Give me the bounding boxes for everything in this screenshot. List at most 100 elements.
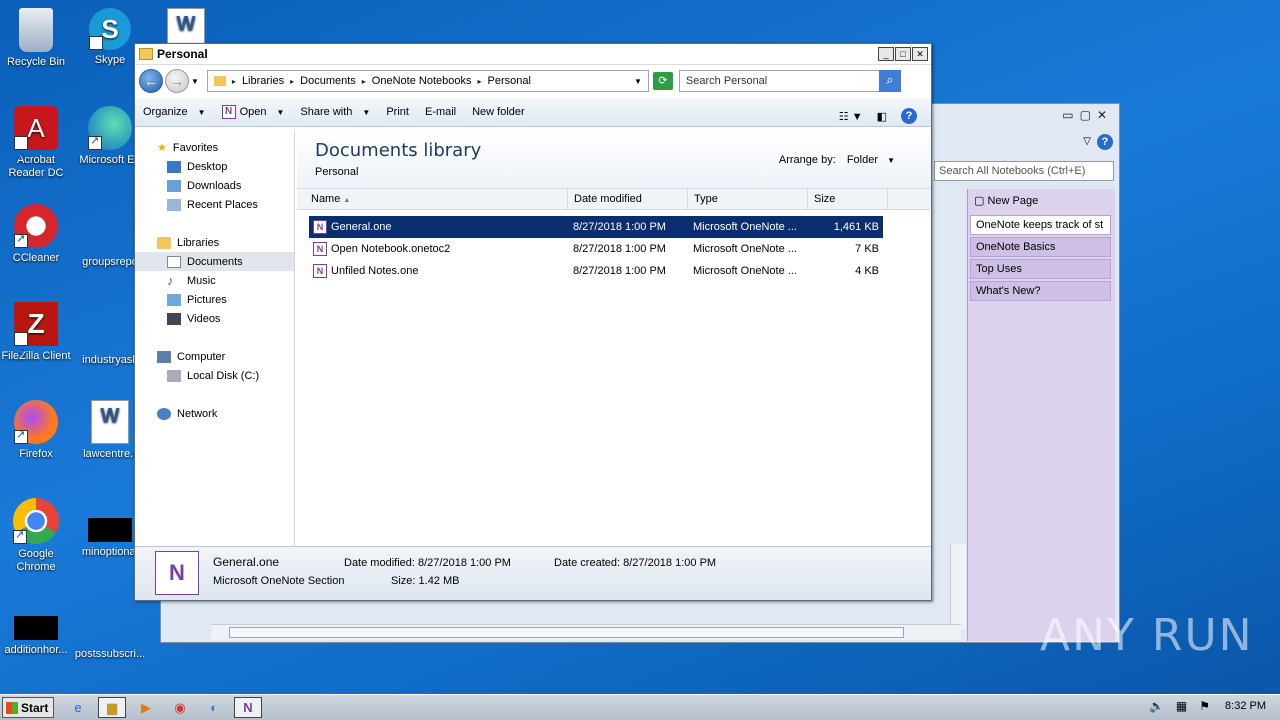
explorer-taskbar-icon[interactable]: ▆	[98, 697, 126, 718]
file-row[interactable]: N Open Notebook.onetoc2 8/27/2018 1:00 PM…	[309, 238, 883, 260]
breadcrumb-item[interactable]: Personal	[487, 75, 530, 87]
vertical-scrollbar[interactable]	[950, 544, 966, 629]
breadcrumb-separator-icon[interactable]: ▸	[290, 77, 294, 86]
desktop-icon-recycle-bin[interactable]: Recycle Bin	[0, 8, 74, 69]
recent-pages-icon[interactable]: ▼	[191, 77, 199, 86]
onenote-taskbar-icon[interactable]: N	[234, 697, 262, 718]
search-placeholder: Search Personal	[685, 75, 768, 87]
column-name[interactable]: Name ▲	[297, 189, 568, 209]
open-button[interactable]: N Open ▼	[221, 105, 284, 119]
details-file-type: Microsoft OneNote Section	[213, 575, 345, 587]
nav-recent-places[interactable]: Recent Places	[135, 195, 294, 214]
flag-tray-icon[interactable]: ⚑	[1199, 699, 1210, 713]
onenote-page-tabs: ▢ New Page OneNote keeps track of st One…	[967, 189, 1115, 641]
close-button[interactable]: ✕	[912, 47, 928, 61]
onenote-file-icon: N	[313, 242, 327, 256]
search-input[interactable]: Search Personal ⌕	[678, 70, 901, 92]
email-button[interactable]: E-mail	[425, 106, 456, 118]
breadcrumb-separator-icon[interactable]: ▸	[477, 77, 481, 86]
desktop-icon-acrobat[interactable]: A Acrobat Reader DC	[0, 106, 74, 180]
desktop-icon-firefox[interactable]: Firefox	[0, 400, 74, 461]
arrange-by[interactable]: Arrange by: Folder ▼	[779, 154, 895, 166]
desktop-icon-postssubscri[interactable]: postssubscri...	[72, 596, 148, 661]
chevron-down-icon[interactable]: ▼	[887, 156, 895, 165]
column-type[interactable]: Type	[688, 189, 808, 209]
network-tray-icon[interactable]: ▦	[1176, 699, 1187, 713]
help-icon[interactable]: ?	[1097, 134, 1113, 150]
back-button[interactable]: ←	[139, 69, 163, 93]
breadcrumb-item[interactable]: Libraries	[242, 75, 284, 87]
onenote-window-controls[interactable]: ▭▢✕	[1062, 108, 1113, 122]
nav-pictures[interactable]: Pictures	[135, 290, 294, 309]
page-tab[interactable]: What's New?	[970, 281, 1111, 301]
onenote-search-input[interactable]: Search All Notebooks (Ctrl+E)	[934, 161, 1114, 181]
page-tab-label: OneNote Basics	[976, 241, 1056, 253]
nav-label: Desktop	[187, 160, 228, 173]
nav-label: Pictures	[187, 293, 227, 306]
breadcrumb-separator-icon[interactable]: ▸	[232, 77, 236, 86]
nav-music[interactable]: ♪ Music	[135, 271, 294, 290]
arrange-value[interactable]: Folder	[847, 154, 878, 166]
ie-icon[interactable]: e	[64, 697, 92, 718]
breadcrumb-item[interactable]: OneNote Notebooks	[372, 75, 472, 87]
page-tab[interactable]: OneNote keeps track of st	[970, 215, 1111, 235]
new-folder-button[interactable]: New folder	[472, 106, 525, 118]
title-bar[interactable]: Personal _ □ ✕	[135, 44, 931, 65]
nav-downloads[interactable]: Downloads	[135, 176, 294, 195]
preview-pane-icon[interactable]: ◧	[877, 110, 887, 123]
nav-computer[interactable]: Computer	[135, 347, 294, 366]
breadcrumb-item[interactable]: Documents	[300, 75, 356, 87]
file-name: Unfiled Notes.one	[331, 264, 419, 277]
print-button[interactable]: Print	[386, 106, 409, 118]
page-tab[interactable]: Top Uses	[970, 259, 1111, 279]
file-name: Open Notebook.onetoc2	[331, 242, 451, 255]
clock[interactable]: 8:32 PM	[1225, 700, 1266, 712]
nav-desktop[interactable]: Desktop	[135, 157, 294, 176]
search-icon[interactable]: ⌕	[878, 70, 901, 92]
desktop-icon-chrome[interactable]: Google Chrome	[0, 498, 74, 574]
horizontal-scrollbar[interactable]	[211, 624, 961, 640]
refresh-button[interactable]: ⟳	[652, 72, 673, 90]
scroll-thumb[interactable]	[229, 627, 904, 638]
address-bar[interactable]: ▸ Libraries ▸ Documents ▸ OneNote Notebo…	[206, 70, 649, 92]
desktop-icon-label: Google Chrome	[16, 548, 56, 573]
volume-icon[interactable]: 🔈	[1149, 699, 1164, 713]
start-button[interactable]: Start	[2, 697, 54, 718]
page-tab[interactable]: OneNote Basics	[970, 237, 1111, 257]
maximize-button[interactable]: □	[895, 47, 911, 61]
media-player-icon[interactable]: ▶	[132, 697, 160, 718]
file-type: Microsoft OneNote ...	[693, 265, 797, 277]
nav-videos[interactable]: Videos	[135, 309, 294, 328]
nav-network[interactable]: Network	[135, 404, 294, 423]
forward-button[interactable]: →	[165, 69, 189, 93]
nav-libraries[interactable]: Libraries	[135, 233, 294, 252]
new-folder-label: New folder	[472, 106, 525, 118]
nav-local-disk[interactable]: Local Disk (C:)	[135, 366, 294, 385]
chrome-taskbar-icon[interactable]: ◉	[166, 697, 194, 718]
desktop-icon-additionhor[interactable]: additionhor...	[0, 596, 74, 657]
desktop-icon-filezilla[interactable]: Z FileZilla Client	[0, 302, 74, 375]
nav-favorites[interactable]: ★ Favorites	[135, 138, 294, 157]
nav-documents[interactable]: Documents	[135, 252, 294, 271]
view-controls: ☷ ▼ ◧ ?	[839, 108, 917, 124]
minimize-button[interactable]: _	[878, 47, 894, 61]
address-dropdown-icon[interactable]: ▼	[634, 77, 642, 86]
nav-label: Libraries	[177, 236, 220, 249]
desktop-icon-ccleaner[interactable]: CCleaner	[0, 204, 74, 265]
windows-flag-icon	[6, 701, 18, 714]
chevron-down-icon[interactable]: ▽	[1083, 136, 1091, 147]
new-page-button[interactable]: ▢ New Page	[968, 189, 1115, 213]
help-icon[interactable]: ?	[901, 108, 917, 124]
file-row[interactable]: N Unfiled Notes.one 8/27/2018 1:00 PM Mic…	[309, 260, 883, 282]
edge-taskbar-icon[interactable]: ◐	[200, 697, 228, 718]
organize-label: Organize	[143, 106, 188, 118]
organize-button[interactable]: Organize ▼	[143, 106, 206, 118]
view-options-icon[interactable]: ☷ ▼	[839, 110, 863, 123]
details-created-label: Date created:	[554, 557, 621, 569]
breadcrumb-separator-icon[interactable]: ▸	[362, 77, 366, 86]
column-date[interactable]: Date modified	[568, 189, 688, 209]
file-row[interactable]: N General.one 8/27/2018 1:00 PM Microsoft…	[309, 216, 883, 238]
explorer-window[interactable]: Personal _ □ ✕ ← → ▼ ▸ Libraries ▸ Docum…	[134, 43, 932, 601]
share-with-button[interactable]: Share with ▼	[300, 106, 370, 118]
column-size[interactable]: Size	[808, 189, 888, 209]
